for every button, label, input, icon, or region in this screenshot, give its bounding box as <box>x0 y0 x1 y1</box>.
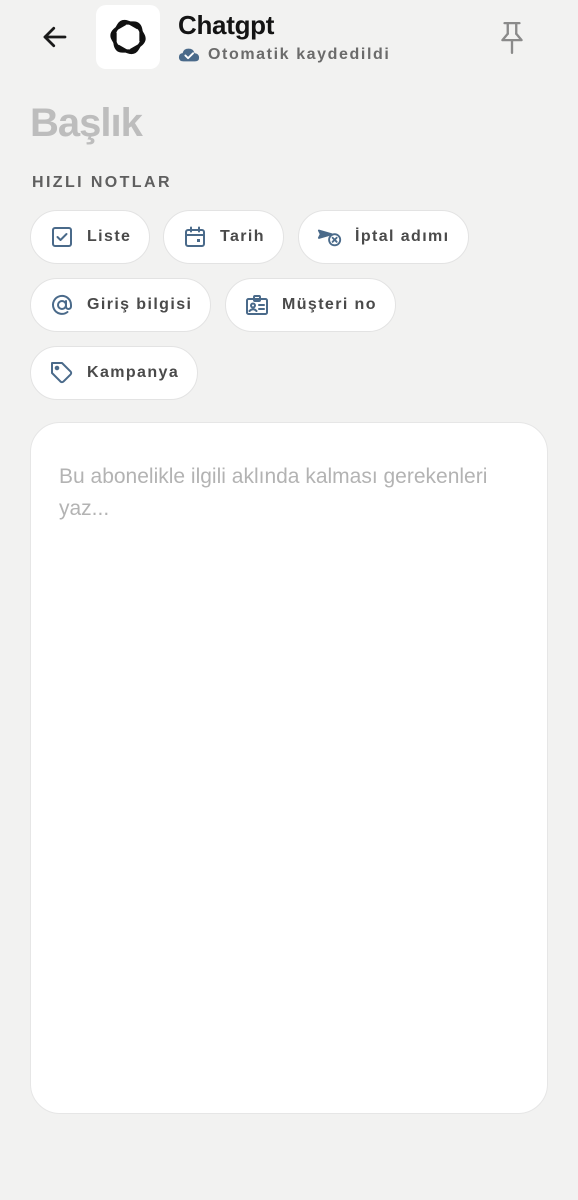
calendar-icon <box>182 224 208 250</box>
chip-label: Liste <box>87 228 132 245</box>
note-title-input[interactable] <box>30 96 540 150</box>
checkbox-icon <box>49 224 75 250</box>
quick-note-chip-date[interactable]: Tarih <box>163 210 284 264</box>
pin-button[interactable] <box>494 18 530 58</box>
arrow-left-icon <box>43 26 67 48</box>
quick-note-chip-list[interactable]: Liste <box>30 210 151 264</box>
chip-label: İptal adımı <box>355 228 450 245</box>
chatgpt-logo-icon <box>110 19 146 55</box>
cancel-step-icon <box>317 224 343 250</box>
quick-note-chip-campaign[interactable]: Kampanya <box>30 346 199 400</box>
header: Chatgpt Otomatik kaydedildi <box>0 0 578 80</box>
pin-icon <box>501 21 523 55</box>
cloud-check-icon <box>178 48 200 62</box>
back-button[interactable] <box>36 18 74 56</box>
page-title: Chatgpt <box>178 10 275 40</box>
note-card <box>30 422 548 1114</box>
chip-label: Giriş bilgisi <box>87 296 193 313</box>
id-card-icon <box>244 292 270 318</box>
save-status-text: Otomatik kaydedildi <box>208 46 391 63</box>
quick-note-chip-login-info[interactable]: Giriş bilgisi <box>30 278 212 332</box>
note-body-textarea[interactable] <box>59 461 519 1081</box>
chip-label: Kampanya <box>87 364 180 381</box>
chip-label: Müşteri no <box>282 296 377 313</box>
at-sign-icon <box>49 292 75 318</box>
tag-icon <box>49 360 75 386</box>
quick-note-chip-customer-no[interactable]: Müşteri no <box>225 278 396 332</box>
chip-label: Tarih <box>220 228 265 245</box>
save-status: Otomatik kaydedildi <box>178 46 390 64</box>
quick-notes-label: HIZLI NOTLAR <box>32 174 172 191</box>
quick-note-chip-cancel-step[interactable]: İptal adımı <box>298 210 469 264</box>
app-logo <box>96 5 160 69</box>
